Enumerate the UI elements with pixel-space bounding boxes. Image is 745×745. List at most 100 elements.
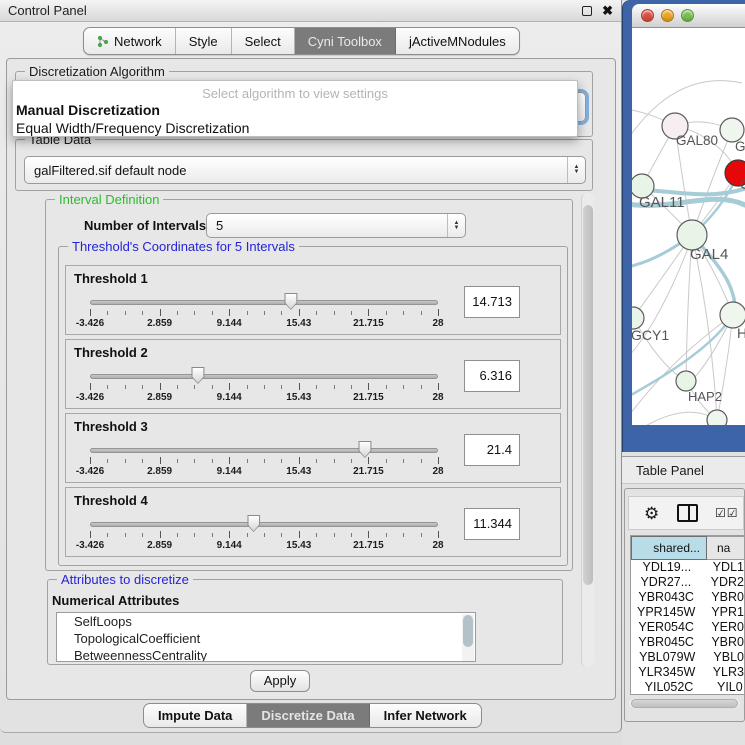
table-row[interactable]: YBL079WYBL0 [631,650,744,665]
node-table[interactable]: shared... na YDL19...YDL1YDR27...YDR2YBR… [630,535,744,695]
slider-track[interactable] [90,300,438,305]
tab-infer-network[interactable]: Infer Network [370,704,481,727]
numerical-attributes-list[interactable]: SelfLoopsTopologicalCoefficientBetweenne… [56,612,476,662]
table-row[interactable]: YBR043CYBR0 [631,590,744,605]
dropdown-option-equal-width[interactable]: Equal Width/Frequency Discretization [13,119,577,137]
slider-tick [107,311,108,315]
network-canvas[interactable]: GAL80 G C GAL11 GAL4 GCY1 H HAP2 [632,28,745,425]
slider-tick [247,385,248,389]
slider-tick [334,459,335,463]
slider-track[interactable] [90,448,438,453]
column-header-shared[interactable]: shared... [631,536,707,560]
close-icon[interactable]: ✖ [602,6,613,16]
slider-tick [438,309,439,316]
combo-stepper-icon[interactable]: ▲▼ [567,157,585,183]
slider-tick [281,311,282,315]
dropdown-option-manual[interactable]: Manual Discretization [13,101,577,119]
slider-track[interactable] [90,522,438,527]
slider-tick [299,309,300,316]
column-header-name[interactable]: na [707,536,744,560]
slider-track[interactable] [90,374,438,379]
slider-tick-label: -3.426 [76,392,104,403]
slider-thumb[interactable] [284,293,297,310]
slider-tick [351,459,352,463]
settings-vertical-scrollbar[interactable] [581,193,594,667]
slider-thumb[interactable] [191,367,204,384]
float-window-icon[interactable] [582,6,592,16]
slider-tick [386,533,387,537]
table-row[interactable]: YDR27...YDR2 [631,575,744,590]
settings-scrollbar-thumb[interactable] [583,205,593,585]
node-hap2[interactable] [676,371,696,391]
cell-shared-name: YIL052C [631,680,707,695]
close-traffic-light-icon[interactable] [641,9,654,22]
slider-tick [90,383,91,390]
attributes-scrollbar-thumb[interactable] [463,615,473,647]
checkbox-icons[interactable]: ☑☑ [715,506,739,520]
tab-select[interactable]: Select [232,28,295,54]
slider-ticks [90,531,438,539]
slider-tick [368,531,369,538]
slider-thumb[interactable] [247,515,260,532]
slider-tick-label: 21.715 [353,466,384,477]
columns-icon[interactable] [677,504,698,522]
threshold-value-box[interactable]: 14.713 [464,286,520,318]
zoom-traffic-light-icon[interactable] [681,9,694,22]
table-row[interactable]: YBR045CYBR0 [631,635,744,650]
slider-tick [212,385,213,389]
settings-scroll-viewport: Interval Definition Number of Intervals … [41,193,579,667]
attribute-list-item[interactable]: SelfLoops [57,613,475,630]
slider-tick [438,383,439,390]
label-gal80: GAL80 [676,133,718,148]
label-gal11: GAL11 [639,194,685,211]
slider-tick [421,311,422,315]
slider-tick-label: 21.715 [353,318,384,329]
slider-tick-label: 15.43 [286,392,311,403]
slider-tick [177,459,178,463]
attribute-list-item[interactable]: BetweennessCentrality [57,647,475,662]
attribute-list-item[interactable]: TopologicalCoefficient [57,630,475,647]
tab-style[interactable]: Style [176,28,232,54]
apply-button[interactable]: Apply [250,670,310,692]
slider-tick [142,533,143,537]
slider-tick-label: 28 [432,318,443,329]
tab-jactivemnodules[interactable]: jActiveMNodules [396,28,519,54]
tab-network[interactable]: Network [84,28,176,54]
table-row[interactable]: YIL052CYIL0 [631,680,744,695]
slider-tick-label: 21.715 [353,392,384,403]
threshold-value-box[interactable]: 11.344 [464,508,520,540]
table-data-group: Table Data galFiltered.sif default node … [15,139,593,191]
threshold-value-box[interactable]: 21.4 [464,434,520,466]
tab-discretize-data[interactable]: Discretize Data [247,704,369,727]
cell-name: YBR0 [701,590,744,605]
threshold-panel: Threshold 4-3.4262.8599.14415.4321.71528… [65,487,561,557]
table-horizontal-scrollbar[interactable] [629,699,740,708]
slider-tick [386,459,387,463]
node-gcy1[interactable] [632,307,644,329]
slider-thumb[interactable] [358,441,371,458]
table-row[interactable]: YDL19...YDL1 [631,560,744,575]
table-hscrollbar-thumb[interactable] [631,699,738,708]
table-row[interactable]: YLR345WYLR3 [631,665,744,680]
number-of-intervals-label: Number of Intervals [84,218,206,233]
tab-cyni-toolbox[interactable]: Cyni Toolbox [295,28,396,54]
minimize-traffic-light-icon[interactable] [661,9,674,22]
node-bottom[interactable] [707,410,727,425]
slider-tick [90,309,91,316]
number-of-intervals-combo[interactable]: 5 ▲▼ [206,213,466,238]
table-row[interactable]: YPR145WYPR1 [631,605,744,620]
gear-icon[interactable]: ⚙ [644,505,659,522]
cell-name: YER0 [701,620,744,635]
table-panel-titlebar: Table Panel [622,456,745,484]
threshold-value-box[interactable]: 6.316 [464,360,520,392]
tab-impute-data[interactable]: Impute Data [144,704,247,727]
cell-name: YBR0 [701,635,744,650]
cell-shared-name: YER054C [631,620,701,635]
attributes-list-scrollbar[interactable] [462,614,474,662]
slider-tick [281,459,282,463]
slider-tick [247,459,248,463]
table-data-combo[interactable]: galFiltered.sif default node ▲▼ [24,156,586,184]
tab-style-label: Style [189,34,218,49]
combo-stepper-icon[interactable]: ▲▼ [447,214,465,237]
table-row[interactable]: YER054CYER0 [631,620,744,635]
